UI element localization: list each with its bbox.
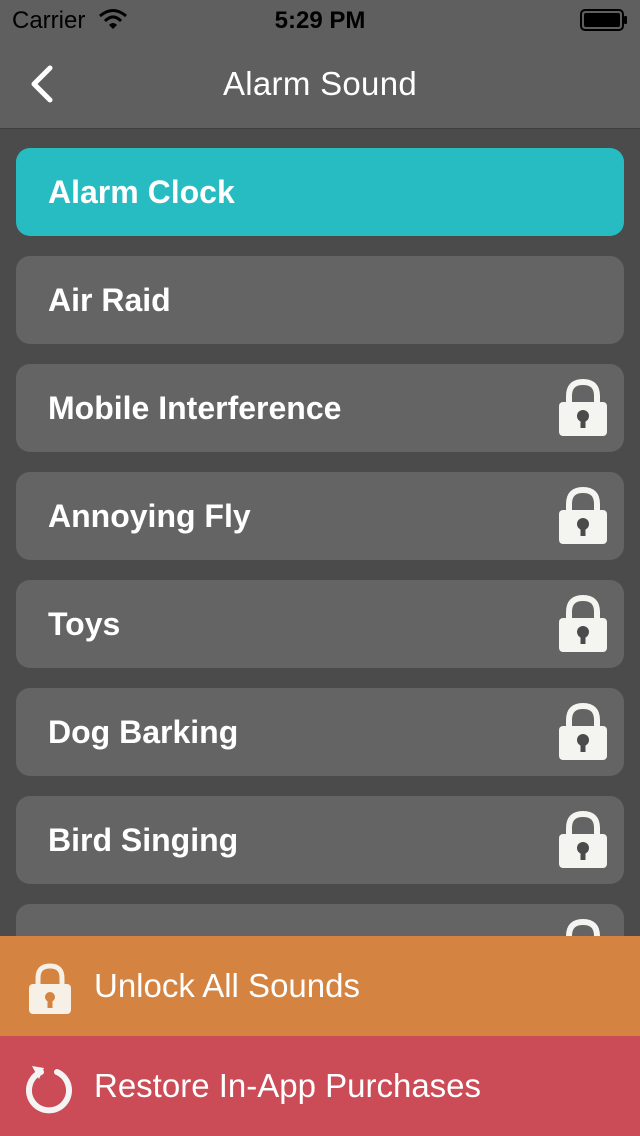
sound-item-label: Air Raid — [48, 282, 171, 318]
lock-icon — [559, 594, 607, 652]
clock-time: 5:29 PM — [274, 7, 366, 34]
sound-item-annoying-fly[interactable]: Annoying Fly — [16, 472, 624, 560]
lock-icon — [559, 702, 607, 760]
sound-item-toys[interactable]: Toys — [16, 580, 624, 668]
sound-item-label: Toys — [48, 606, 121, 642]
sound-list[interactable]: Alarm Clock Air Raid Mobile Interference… — [0, 129, 640, 936]
lock-icon — [559, 486, 607, 544]
sound-item-label: Dog Barking — [48, 714, 239, 750]
status-bar: Carrier 5:29 PM — [0, 0, 640, 40]
sound-item-label: Mobile Interference — [48, 390, 342, 426]
unlock-all-sounds-button[interactable]: Unlock All Sounds — [0, 936, 640, 1036]
sound-item-bird-singing[interactable]: Bird Singing — [16, 796, 624, 884]
lock-icon — [566, 918, 600, 936]
sound-item-alarm-clock[interactable]: Alarm Clock — [16, 148, 624, 236]
sound-item-label: Annoying Fly — [48, 498, 251, 534]
navigation-bar: Alarm Sound — [0, 40, 640, 129]
refresh-icon — [26, 1066, 72, 1114]
sound-item-air-raid[interactable]: Air Raid — [16, 256, 624, 344]
unlock-all-sounds-label: Unlock All Sounds — [94, 967, 360, 1004]
battery-icon — [580, 9, 627, 31]
sound-item-label: Bird Singing — [48, 822, 239, 858]
sound-item-label: Alarm Clock — [48, 174, 235, 210]
sound-item-dog-barking[interactable]: Dog Barking — [16, 688, 624, 776]
restore-purchases-button[interactable]: Restore In-App Purchases — [0, 1036, 640, 1136]
restore-purchases-label: Restore In-App Purchases — [94, 1067, 482, 1104]
lock-icon — [559, 810, 607, 868]
sound-item-partial[interactable] — [16, 904, 624, 936]
lock-icon — [29, 963, 71, 1014]
page-title: Alarm Sound — [222, 65, 418, 102]
sound-item-mobile-interference[interactable]: Mobile Interference — [16, 364, 624, 452]
chevron-left-icon[interactable] — [20, 60, 68, 108]
lock-icon — [559, 378, 607, 436]
